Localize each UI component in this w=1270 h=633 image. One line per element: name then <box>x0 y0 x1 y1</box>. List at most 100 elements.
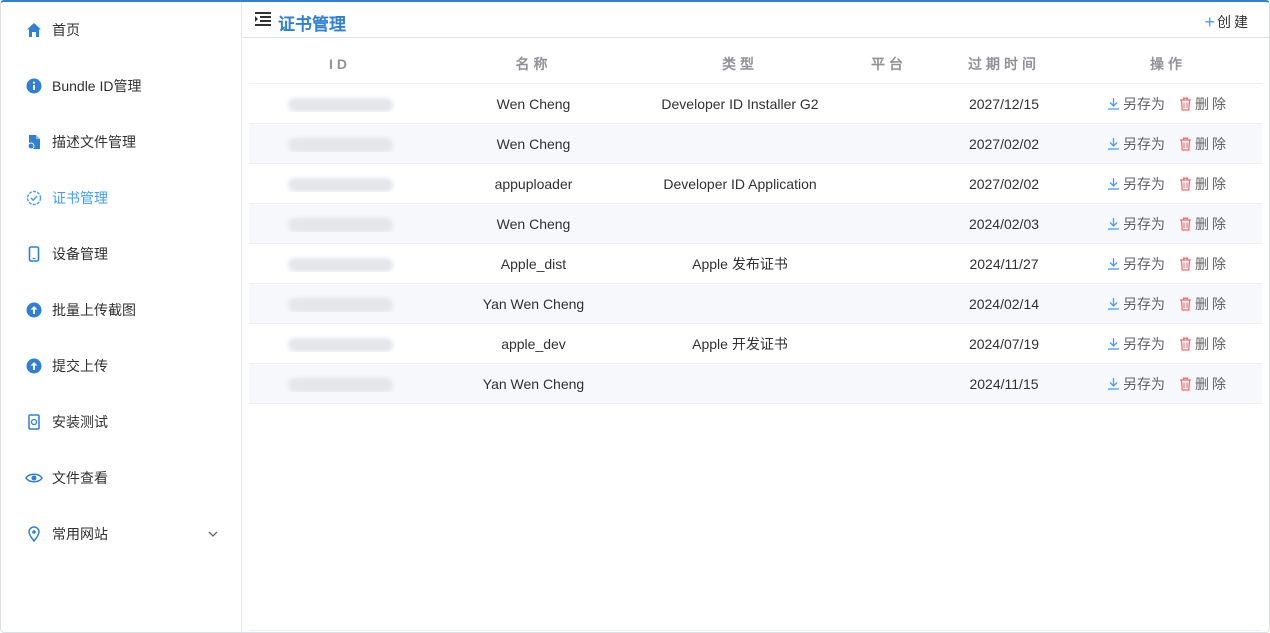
trash-icon <box>1180 337 1191 351</box>
sidebar-item-1[interactable]: Bundle ID管理 <box>1 58 241 114</box>
sidebar-item-9[interactable]: 常用网站 <box>1 506 241 562</box>
badge-check-icon <box>25 189 43 207</box>
sidebar-item-3[interactable]: 证书管理 <box>1 170 241 226</box>
cell-name: Wen Cheng <box>496 215 571 232</box>
save-as-button[interactable]: 另存为 <box>1107 174 1165 194</box>
page-header: 证书管理 + 创建 <box>243 2 1269 38</box>
delete-button[interactable]: 删除 <box>1179 254 1229 274</box>
cell-actions: 另存为 删除 <box>1074 174 1262 194</box>
sidebar-item-7[interactable]: 安装测试 <box>1 394 241 450</box>
save-as-button[interactable]: 另存为 <box>1107 94 1165 114</box>
save-as-label: 另存为 <box>1123 95 1165 112</box>
app-window: 首页 Bundle ID管理 描述文件管理证书管理设备管理批量上传截图提交上传安装测… <box>0 0 1270 633</box>
table-row: apple_dev Apple 开发证书 2024/07/19 另存为 删除 <box>249 324 1262 364</box>
cell-type: Developer ID Installer G2 <box>661 95 819 112</box>
download-icon <box>1108 218 1119 230</box>
cell-id-redacted <box>249 375 431 392</box>
table-body: Wen Cheng Developer ID Installer G2 2027/1… <box>249 84 1262 404</box>
sidebar-item-5[interactable]: 批量上传截图 <box>1 282 241 338</box>
redacted-id <box>287 137 393 152</box>
save-as-label: 另存为 <box>1123 295 1165 312</box>
save-as-label: 另存为 <box>1123 215 1165 232</box>
save-as-button[interactable]: 另存为 <box>1107 294 1165 314</box>
cell-expires: 2024/11/15 <box>969 375 1039 392</box>
cell-actions: 另存为 删除 <box>1074 294 1262 314</box>
delete-button[interactable]: 删除 <box>1179 134 1229 154</box>
cell-type: Apple 开发证书 <box>692 335 788 352</box>
create-label: 创建 <box>1217 14 1251 30</box>
download-icon <box>1108 298 1119 310</box>
main-panel: 证书管理 + 创建 ID 名称 类型 平台 过期时间 操作 Wen Cheng D… <box>243 2 1269 632</box>
cell-id-redacted <box>249 255 431 272</box>
save-as-button[interactable]: 另存为 <box>1107 254 1165 274</box>
cell-id-redacted <box>249 295 431 312</box>
chevron-down-icon[interactable] <box>207 528 219 540</box>
column-header-name: 名称 <box>515 55 552 72</box>
sidebar-item-4[interactable]: 设备管理 <box>1 226 241 282</box>
delete-label: 删除 <box>1195 135 1229 152</box>
cell-actions: 另存为 删除 <box>1074 134 1262 154</box>
save-as-button[interactable]: 另存为 <box>1107 374 1165 394</box>
delete-label: 删除 <box>1195 375 1229 392</box>
cell-name: Wen Cheng <box>496 135 571 152</box>
table-header: ID 名称 类型 平台 过期时间 操作 <box>249 44 1262 84</box>
sidebar-item-2[interactable]: 描述文件管理 <box>1 114 241 170</box>
column-header-platform: 平台 <box>871 55 907 72</box>
create-button[interactable]: + 创建 <box>1204 12 1251 32</box>
cell-actions: 另存为 删除 <box>1074 334 1262 354</box>
column-header-expires: 过期时间 <box>968 55 1040 72</box>
trash-icon <box>1180 297 1191 311</box>
sidebar: 首页 Bundle ID管理 描述文件管理证书管理设备管理批量上传截图提交上传安装测… <box>1 2 242 632</box>
sidebar-item-label: 文件查看 <box>52 470 108 486</box>
cell-type: Apple 发布证书 <box>692 255 788 272</box>
trash-icon <box>1180 257 1191 271</box>
table-row: Apple_dist Apple 发布证书 2024/11/27 另存为 删除 <box>249 244 1262 284</box>
cell-expires: 2027/02/02 <box>968 135 1040 152</box>
cell-expires: 2024/02/03 <box>968 215 1040 232</box>
cell-id-redacted <box>249 95 431 112</box>
sidebar-item-6[interactable]: 提交上传 <box>1 338 241 394</box>
trash-icon <box>1180 377 1191 391</box>
delete-button[interactable]: 删除 <box>1179 214 1229 234</box>
download-icon <box>1108 138 1119 150</box>
cell-id-redacted <box>249 215 431 232</box>
install-icon <box>25 413 43 431</box>
location-icon <box>25 525 43 543</box>
redacted-id <box>287 177 393 192</box>
home-icon <box>25 21 43 39</box>
eye-icon <box>25 469 43 487</box>
save-as-button[interactable]: 另存为 <box>1107 134 1165 154</box>
download-icon <box>1108 258 1119 270</box>
column-header-actions: 操作 <box>1150 55 1186 72</box>
delete-label: 删除 <box>1195 295 1229 312</box>
trash-icon <box>1180 217 1191 231</box>
cell-expires: 2024/02/14 <box>968 295 1040 312</box>
sidebar-item-label: 提交上传 <box>52 358 108 374</box>
sidebar-item-label: 常用网站 <box>52 526 108 542</box>
trash-icon <box>1180 97 1191 111</box>
menu-toggle-icon[interactable] <box>255 12 271 26</box>
table-row: Wen Cheng Developer ID Installer G2 2027/1… <box>249 84 1262 124</box>
save-as-button[interactable]: 另存为 <box>1107 214 1165 234</box>
delete-button[interactable]: 删除 <box>1179 94 1229 114</box>
cell-actions: 另存为 删除 <box>1074 254 1262 274</box>
delete-button[interactable]: 删除 <box>1179 294 1229 314</box>
cell-name: Apple_dist <box>500 255 567 272</box>
sidebar-item-0[interactable]: 首页 <box>1 2 241 58</box>
delete-button[interactable]: 删除 <box>1179 334 1229 354</box>
table-row: Yan Wen Cheng 2024/02/14 另存为 删除 <box>249 284 1262 324</box>
sidebar-item-8[interactable]: 文件查看 <box>1 450 241 506</box>
save-as-label: 另存为 <box>1123 135 1165 152</box>
sidebar-item-label: 设备管理 <box>52 246 108 262</box>
delete-button[interactable]: 删除 <box>1179 174 1229 194</box>
save-as-button[interactable]: 另存为 <box>1107 334 1165 354</box>
delete-label: 删除 <box>1195 255 1229 272</box>
cell-type: Developer ID Application <box>663 175 817 192</box>
table-row: Yan Wen Cheng 2024/11/15 另存为 删除 <box>249 364 1262 404</box>
trash-icon <box>1180 177 1191 191</box>
redacted-id <box>287 297 393 312</box>
delete-button[interactable]: 删除 <box>1179 374 1229 394</box>
sidebar-item-label: Bundle ID管理 <box>52 78 142 94</box>
certificate-table: ID 名称 类型 平台 过期时间 操作 Wen Cheng Developer I… <box>249 44 1262 404</box>
sidebar-item-label: 描述文件管理 <box>52 134 136 150</box>
